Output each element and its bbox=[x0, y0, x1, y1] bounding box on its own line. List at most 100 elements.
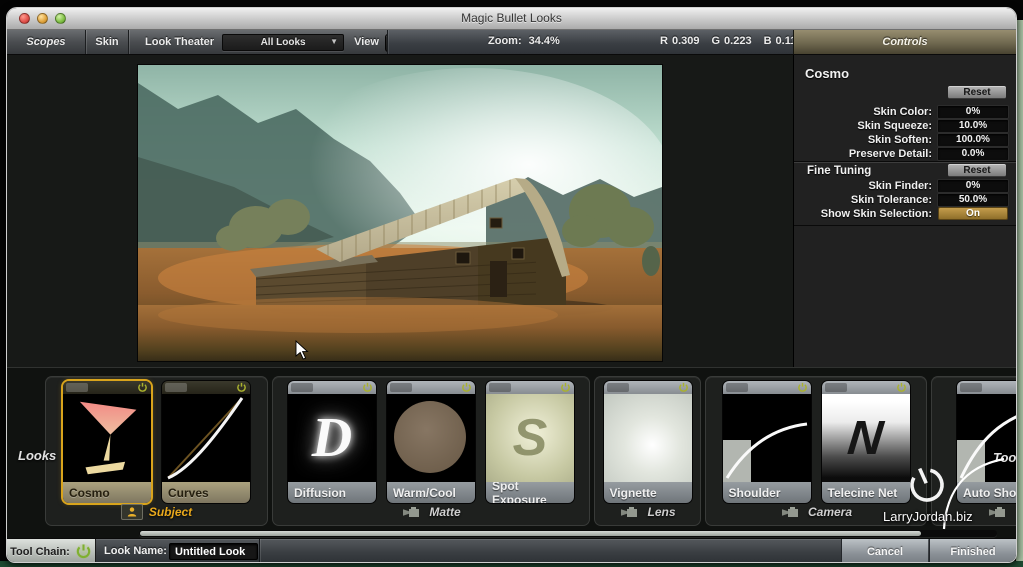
toggle-row: Show Skin Selection: On bbox=[794, 207, 1016, 220]
reset-button[interactable]: Reset bbox=[948, 164, 1006, 177]
scopes-button[interactable]: Scopes bbox=[7, 30, 85, 54]
param-label: Skin Squeeze: bbox=[794, 120, 938, 132]
look-tile-warm-cool[interactable]: Warm/Cool bbox=[387, 381, 475, 503]
tile-label: Telecine Net bbox=[822, 482, 910, 503]
tile-label: Vignette bbox=[604, 482, 692, 503]
group-camera: Shoulder N Telecine Net bbox=[705, 376, 927, 526]
look-tile-vignette[interactable]: Vignette bbox=[604, 381, 692, 503]
video-background-edge bbox=[1016, 20, 1023, 567]
param-value-field[interactable]: 0.0% bbox=[938, 148, 1008, 160]
look-tile-shoulder[interactable]: Shoulder bbox=[723, 381, 811, 503]
tool-chain-power-button[interactable] bbox=[75, 543, 92, 560]
looks-section-label: Looks bbox=[18, 448, 56, 463]
person-icon bbox=[121, 504, 143, 520]
parameter-row: Skin Soften: 100.0% bbox=[794, 133, 1016, 146]
g-label: G bbox=[711, 35, 720, 47]
camera-icon bbox=[401, 506, 423, 519]
fine-tuning-title: Fine Tuning bbox=[807, 165, 871, 177]
camera-icon bbox=[987, 506, 1009, 519]
fine-tuning-rows: Skin Finder: 0% Skin Tolerance: 50.0% Sh… bbox=[794, 179, 1016, 226]
tile-label: Auto Sho bbox=[957, 482, 1017, 503]
controls-tab[interactable]: Controls bbox=[793, 30, 1016, 54]
horizontal-scrollbar[interactable] bbox=[139, 530, 997, 537]
active-tool-title: Cosmo bbox=[805, 66, 849, 81]
look-tile-auto-shoulder[interactable]: Auto Sho bbox=[957, 381, 1017, 503]
tool-chain-label: Tool Chain: bbox=[10, 546, 70, 558]
look-tile-curves[interactable]: Curves bbox=[162, 381, 250, 503]
group-label-matte: Matte bbox=[273, 501, 589, 523]
watermark-text: LarryJordan.biz bbox=[883, 509, 973, 524]
power-icon[interactable] bbox=[461, 382, 472, 393]
param-label: Skin Tolerance: bbox=[794, 194, 938, 206]
martini-icon bbox=[63, 394, 151, 482]
group-label-lens: Lens bbox=[595, 501, 700, 523]
param-value-field[interactable]: 100.0% bbox=[938, 134, 1008, 146]
parameter-row: Skin Finder: 0% bbox=[794, 179, 1016, 192]
tile-header bbox=[957, 381, 1017, 394]
look-tile-diffusion[interactable]: D Diffusion bbox=[288, 381, 376, 503]
look-tile-cosmo[interactable]: Cosmo bbox=[63, 381, 151, 503]
show-skin-selection-toggle[interactable]: On bbox=[938, 207, 1008, 220]
param-value-field[interactable]: 0% bbox=[938, 180, 1008, 192]
power-icon[interactable] bbox=[678, 382, 689, 393]
camera-icon bbox=[780, 506, 802, 519]
parameter-row: Skin Color: 0% bbox=[794, 105, 1016, 118]
tile-header bbox=[486, 381, 574, 394]
group-label-subject: Subject bbox=[46, 501, 267, 523]
tile-header bbox=[387, 381, 475, 394]
tile-label: Spot Exposure bbox=[486, 482, 574, 503]
look-tile-spot-exposure[interactable]: S Spot Exposure bbox=[486, 381, 574, 503]
b-label: B bbox=[764, 35, 772, 47]
looks-filter-dropdown[interactable]: All Looks ▼ bbox=[222, 34, 344, 51]
power-icon[interactable] bbox=[362, 382, 373, 393]
look-tile-telecine-net[interactable]: N Telecine Net bbox=[822, 381, 910, 503]
param-label: Preserve Detail: bbox=[794, 148, 938, 160]
bottom-bar-divider bbox=[259, 539, 260, 563]
main-area: Cosmo Reset Skin Color: 0% Skin Squeeze:… bbox=[7, 55, 1016, 367]
rgb-readout: R0.309 G0.223 B0.115 bbox=[660, 35, 802, 47]
power-icon[interactable] bbox=[896, 382, 907, 393]
g-value: 0.223 bbox=[724, 35, 752, 47]
skin-button[interactable]: Skin bbox=[86, 30, 128, 54]
tile-header bbox=[63, 381, 151, 394]
view-label: View bbox=[354, 36, 379, 48]
toolbar-status-section: Zoom: 34.4% R0.309 G0.223 B0.115 bbox=[387, 30, 794, 54]
tile-label: Curves bbox=[162, 482, 250, 503]
power-icon[interactable] bbox=[560, 382, 571, 393]
tile-label: Cosmo bbox=[63, 482, 151, 503]
tile-label: Warm/Cool bbox=[387, 482, 475, 503]
tile-header bbox=[822, 381, 910, 394]
tile-header bbox=[723, 381, 811, 394]
param-value-field[interactable]: 0% bbox=[938, 106, 1008, 118]
param-value-field[interactable]: 50.0% bbox=[938, 194, 1008, 206]
shoulder-curve-icon bbox=[723, 394, 811, 482]
letter-n-glyph: N bbox=[822, 394, 910, 482]
title-bar: Magic Bullet Looks bbox=[7, 8, 1016, 30]
look-name-label: Look Name: bbox=[104, 545, 167, 557]
zoom-label: Zoom: bbox=[488, 35, 522, 47]
group-lens: Vignette Lens bbox=[594, 376, 701, 526]
param-label: Skin Finder: bbox=[794, 180, 938, 192]
r-label: R bbox=[660, 35, 668, 47]
power-icon[interactable] bbox=[236, 382, 247, 393]
scrollbar-thumb[interactable] bbox=[140, 531, 921, 536]
shoulder-curve-icon bbox=[957, 394, 1017, 482]
parameter-row: Preserve Detail: 0.0% bbox=[794, 147, 1016, 160]
finished-button[interactable]: Finished bbox=[929, 539, 1016, 563]
window-title: Magic Bullet Looks bbox=[7, 11, 1016, 25]
cancel-button[interactable]: Cancel bbox=[841, 539, 928, 563]
parameter-row: Skin Squeeze: 10.0% bbox=[794, 119, 1016, 132]
power-icon[interactable] bbox=[797, 382, 808, 393]
tool-groups: Cosmo Curves bbox=[45, 376, 1017, 526]
power-icon[interactable] bbox=[137, 382, 148, 393]
barn-scene bbox=[138, 65, 662, 361]
look-theater-label: Look Theater bbox=[145, 36, 214, 48]
controls-panel: Cosmo Reset Skin Color: 0% Skin Squeeze:… bbox=[793, 55, 1016, 367]
param-value-field[interactable]: 10.0% bbox=[938, 120, 1008, 132]
reset-button[interactable]: Reset bbox=[948, 86, 1006, 99]
param-label: Skin Soften: bbox=[794, 134, 938, 146]
look-name-input[interactable]: Untitled Look bbox=[169, 543, 258, 560]
parameter-row: Skin Tolerance: 50.0% bbox=[794, 193, 1016, 206]
tile-header bbox=[604, 381, 692, 394]
preview-image[interactable] bbox=[138, 65, 662, 361]
